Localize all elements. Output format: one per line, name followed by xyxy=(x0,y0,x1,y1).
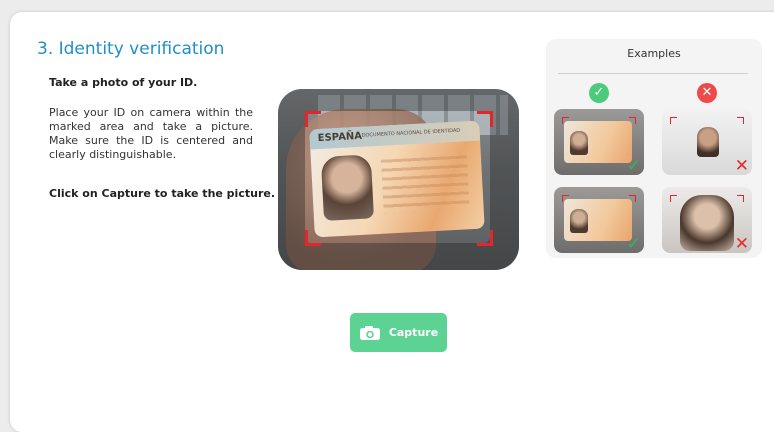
examples-panel: Examples ✓ ✕ ✓ ✕ ✓ ✕ xyxy=(546,39,762,258)
page-title: 3. Identity verification xyxy=(37,39,225,59)
examples-title: Examples xyxy=(627,47,681,60)
divider xyxy=(558,73,748,74)
camera-icon xyxy=(359,325,381,341)
example-good-1: ✓ xyxy=(554,109,644,175)
check-icon: ✓ xyxy=(626,234,641,253)
camera-preview: ESPAÑA DOCUMENTO NACIONAL DE IDENTIDAD xyxy=(278,89,519,270)
capture-hint: Click on Capture to take the picture. xyxy=(49,187,276,200)
instruction-text: Place your ID on camera within the marke… xyxy=(49,106,253,161)
example-bad-2: ✕ xyxy=(662,187,752,253)
cross-icon: ✕ xyxy=(734,234,749,253)
frame-corner-bottom-right xyxy=(477,230,493,246)
capture-button[interactable]: Capture xyxy=(350,313,447,352)
frame-corner-bottom-left xyxy=(305,230,321,246)
check-icon: ✓ xyxy=(626,156,641,175)
instruction-lead: Take a photo of your ID. xyxy=(49,76,198,89)
frame-corner-top-right xyxy=(477,111,493,127)
cross-icon: ✕ xyxy=(734,156,749,175)
frame-corner-top-left xyxy=(305,111,321,127)
example-bad-1: ✕ xyxy=(662,109,752,175)
good-example-badge-icon: ✓ xyxy=(589,83,609,103)
capture-button-label: Capture xyxy=(388,326,439,339)
capture-area xyxy=(305,111,490,243)
bad-example-badge-icon: ✕ xyxy=(697,83,717,103)
example-good-2: ✓ xyxy=(554,187,644,253)
